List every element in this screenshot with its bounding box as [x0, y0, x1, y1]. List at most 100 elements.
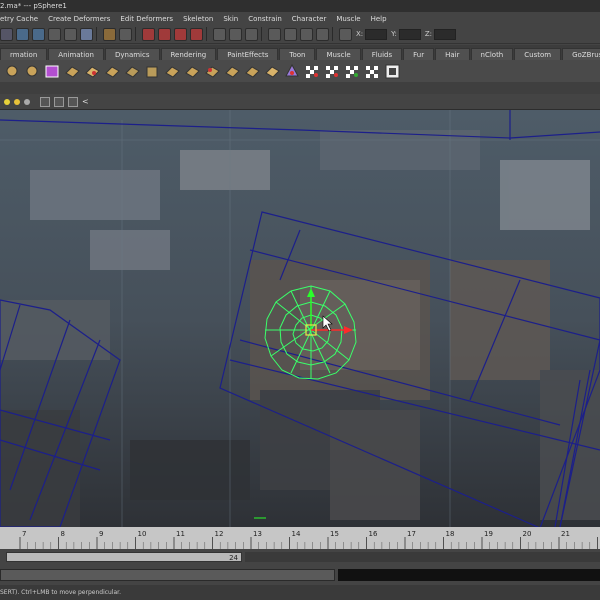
range-slider: 24 [0, 549, 600, 566]
render-view-icon[interactable] [213, 27, 226, 41]
x-label: X: [356, 30, 364, 38]
twist-icon[interactable] [165, 64, 180, 79]
render-icon[interactable] [229, 27, 242, 41]
range-slider-bar[interactable]: 24 [6, 552, 242, 562]
checker-icon-4[interactable] [365, 64, 380, 79]
tab-fluids[interactable]: Fluids [361, 48, 403, 60]
timeline-tick-label: 20 [523, 530, 532, 538]
goz-icon[interactable] [385, 64, 400, 79]
time-slider-ruler[interactable]: 78910111213141516171819202122 [0, 527, 600, 549]
tab-gozbrush[interactable]: GoZBrush [562, 48, 600, 60]
transform-input-icon[interactable] [339, 27, 352, 41]
window-title-bar: 2.ma* --- pSphere1 [0, 0, 600, 12]
select-by-component-icon[interactable] [32, 27, 45, 41]
tab-hair[interactable]: Hair [435, 48, 470, 60]
timeline-tick-label: 16 [369, 530, 378, 538]
lock-icon[interactable] [103, 27, 116, 41]
sine-icon[interactable] [125, 64, 140, 79]
magnet-surface-icon[interactable] [190, 27, 203, 41]
x-input[interactable] [365, 28, 388, 40]
snap-curve-icon[interactable] [64, 27, 77, 41]
channel-box-icon[interactable] [316, 27, 329, 41]
menu-geometry-cache[interactable]: etry Cache [0, 15, 38, 23]
shelf-tabs: rmation Animation Dynamics Rendering Pai… [0, 45, 600, 60]
tab-toon[interactable]: Toon [279, 48, 316, 60]
menu-skin[interactable]: Skin [223, 15, 238, 23]
time-slider[interactable]: 78910111213141516171819202122 [0, 527, 600, 549]
z-input[interactable] [434, 28, 457, 40]
menu-help[interactable]: Help [371, 15, 387, 23]
timeline-tick-label: 10 [138, 530, 147, 538]
status-separator [261, 27, 262, 41]
tab-painteffects[interactable]: PaintEffects [217, 48, 279, 60]
snap-grid-icon[interactable] [48, 27, 61, 41]
timeline-tick-label: 15 [330, 530, 339, 538]
timeline-tick-label: 21 [561, 530, 570, 538]
tab-fur[interactable]: Fur [403, 48, 435, 60]
y-input[interactable] [398, 28, 421, 40]
help-icon[interactable] [80, 27, 93, 41]
perspective-viewport[interactable] [0, 110, 600, 527]
lattice-icon[interactable] [5, 64, 20, 79]
attribute-editor-icon[interactable] [300, 27, 313, 41]
ipr-render-icon[interactable] [245, 27, 258, 41]
panel-menu-bar [0, 82, 600, 94]
wrap-icon[interactable] [65, 64, 80, 79]
tab-dynamics[interactable]: Dynamics [104, 48, 160, 60]
sculpt-icon[interactable] [25, 64, 40, 79]
menu-character[interactable]: Character [292, 15, 327, 23]
menu-skeleton[interactable]: Skeleton [183, 15, 213, 23]
smooth-shade-icon[interactable] [68, 96, 78, 107]
light-icon-2[interactable] [14, 98, 20, 105]
shelf [0, 60, 600, 82]
wrinkle-icon[interactable] [225, 64, 240, 79]
soft-mod-icon[interactable] [265, 64, 280, 79]
tab-animation[interactable]: Animation [48, 48, 104, 60]
command-result [338, 569, 600, 581]
viewport-canvas[interactable] [0, 110, 600, 527]
range-end-value: 24 [229, 554, 238, 562]
tab-custom[interactable]: Custom [514, 48, 562, 60]
render-settings-icon[interactable] [268, 27, 281, 41]
menu-muscle[interactable]: Muscle [336, 15, 360, 23]
main-menu-bar: etry Cache Create Deformers Edit Deforme… [0, 12, 600, 25]
wave-icon[interactable] [185, 64, 200, 79]
menu-edit-deformers[interactable]: Edit Deformers [120, 15, 173, 23]
squash-icon[interactable] [145, 64, 160, 79]
wire-icon[interactable] [205, 64, 220, 79]
tab-ncloth[interactable]: nCloth [470, 48, 514, 60]
hypershade-icon[interactable] [284, 27, 297, 41]
share-icon[interactable]: < [82, 97, 92, 107]
cluster-icon[interactable] [245, 64, 260, 79]
timeline-tick-label: 18 [446, 530, 455, 538]
select-by-object-icon[interactable] [16, 27, 29, 41]
light-icon-3[interactable] [24, 98, 30, 105]
checker-icon[interactable] [305, 64, 320, 79]
checker-icon-2[interactable] [325, 64, 340, 79]
tab-muscle[interactable]: Muscle [316, 48, 361, 60]
magnet-curve-icon[interactable] [158, 27, 171, 41]
history-icon[interactable] [119, 27, 132, 41]
flare-icon[interactable] [105, 64, 120, 79]
cube-deformer-icon[interactable] [45, 64, 60, 79]
timeline-tick-label: 7 [22, 530, 26, 538]
magnet-icon[interactable] [142, 27, 155, 41]
checker-icon-3[interactable] [345, 64, 360, 79]
tab-deformation[interactable]: rmation [0, 48, 48, 60]
select-by-hierarchy-icon[interactable] [0, 27, 13, 41]
menu-create-deformers[interactable]: Create Deformers [48, 15, 110, 23]
magnet-point-icon[interactable] [174, 27, 187, 41]
y-label: Y: [391, 30, 397, 38]
jiggle-icon[interactable] [285, 63, 300, 79]
range-slider-rest [245, 552, 600, 562]
select-camera-icon[interactable] [40, 96, 50, 107]
bend-icon[interactable] [85, 64, 100, 79]
timeline-tick-label: 14 [292, 530, 301, 538]
light-icon[interactable] [4, 98, 10, 105]
wireframe-icon[interactable] [54, 96, 64, 107]
command-input[interactable] [0, 569, 335, 581]
timeline-tick-label: 11 [176, 530, 185, 538]
tab-rendering[interactable]: Rendering [160, 48, 217, 60]
menu-constrain[interactable]: Constrain [248, 15, 282, 23]
help-line-text: SERT). Ctrl+LMB to move perpendicular. [0, 589, 122, 596]
